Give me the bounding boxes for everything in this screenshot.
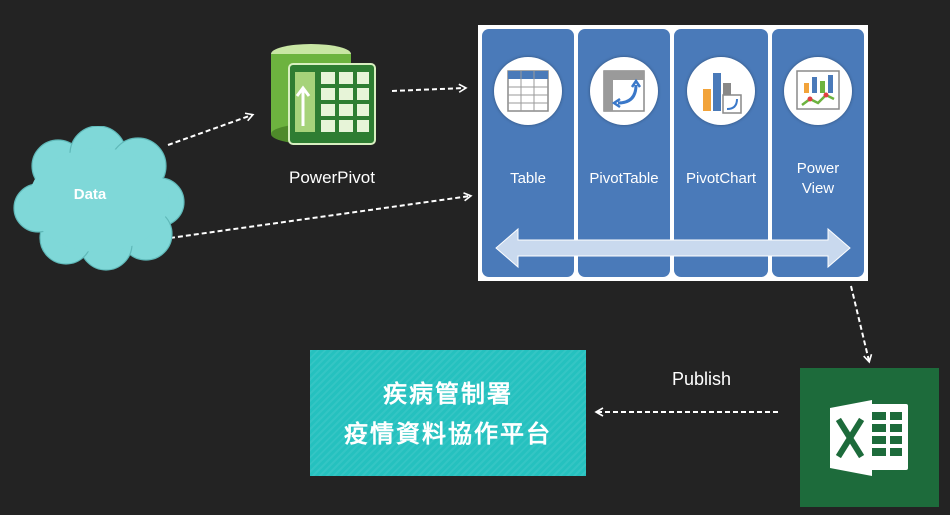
powerpivot-label: PowerPivot [289, 168, 375, 187]
powerview-icon-circle [784, 57, 852, 125]
tool-table-label: Table [510, 170, 546, 187]
arrow-powerpivot-to-panel [391, 83, 468, 93]
tools-panel: Table PivotTable PivotChart Power View [478, 25, 868, 281]
arrow-panel-to-excel [850, 285, 873, 364]
table-icon-circle [494, 57, 562, 125]
platform-title-line2: 疫情資料協作平台 [344, 421, 552, 448]
pivottable-icon-circle [590, 57, 658, 125]
tool-powerview-label-line1: Power [796, 160, 840, 177]
double-arrow-icon [495, 227, 851, 269]
arrow-data-to-panel [169, 192, 473, 239]
tool-pivottable-label: PivotTable [589, 170, 659, 187]
table-icon [507, 70, 549, 112]
data-label: Data [73, 186, 107, 203]
platform-title-line1: 疾病管制署 [383, 381, 513, 408]
pivotchart-icon [703, 73, 742, 114]
excel-icon [830, 400, 908, 476]
powerpivot-icon [271, 44, 376, 145]
pivottable-icon [603, 70, 645, 112]
tool-pivotchart-label: PivotChart [685, 170, 757, 187]
powerview-icon [796, 70, 840, 110]
publish-label: Publish [672, 369, 732, 389]
tool-powerview-label-line2: View [801, 180, 835, 197]
excel-tile [800, 368, 939, 507]
tool-powerview-label: Power View [772, 159, 864, 199]
pivotchart-icon-circle [687, 57, 755, 125]
platform-box: 疾病管制署 疫情資料協作平台 [310, 350, 586, 476]
